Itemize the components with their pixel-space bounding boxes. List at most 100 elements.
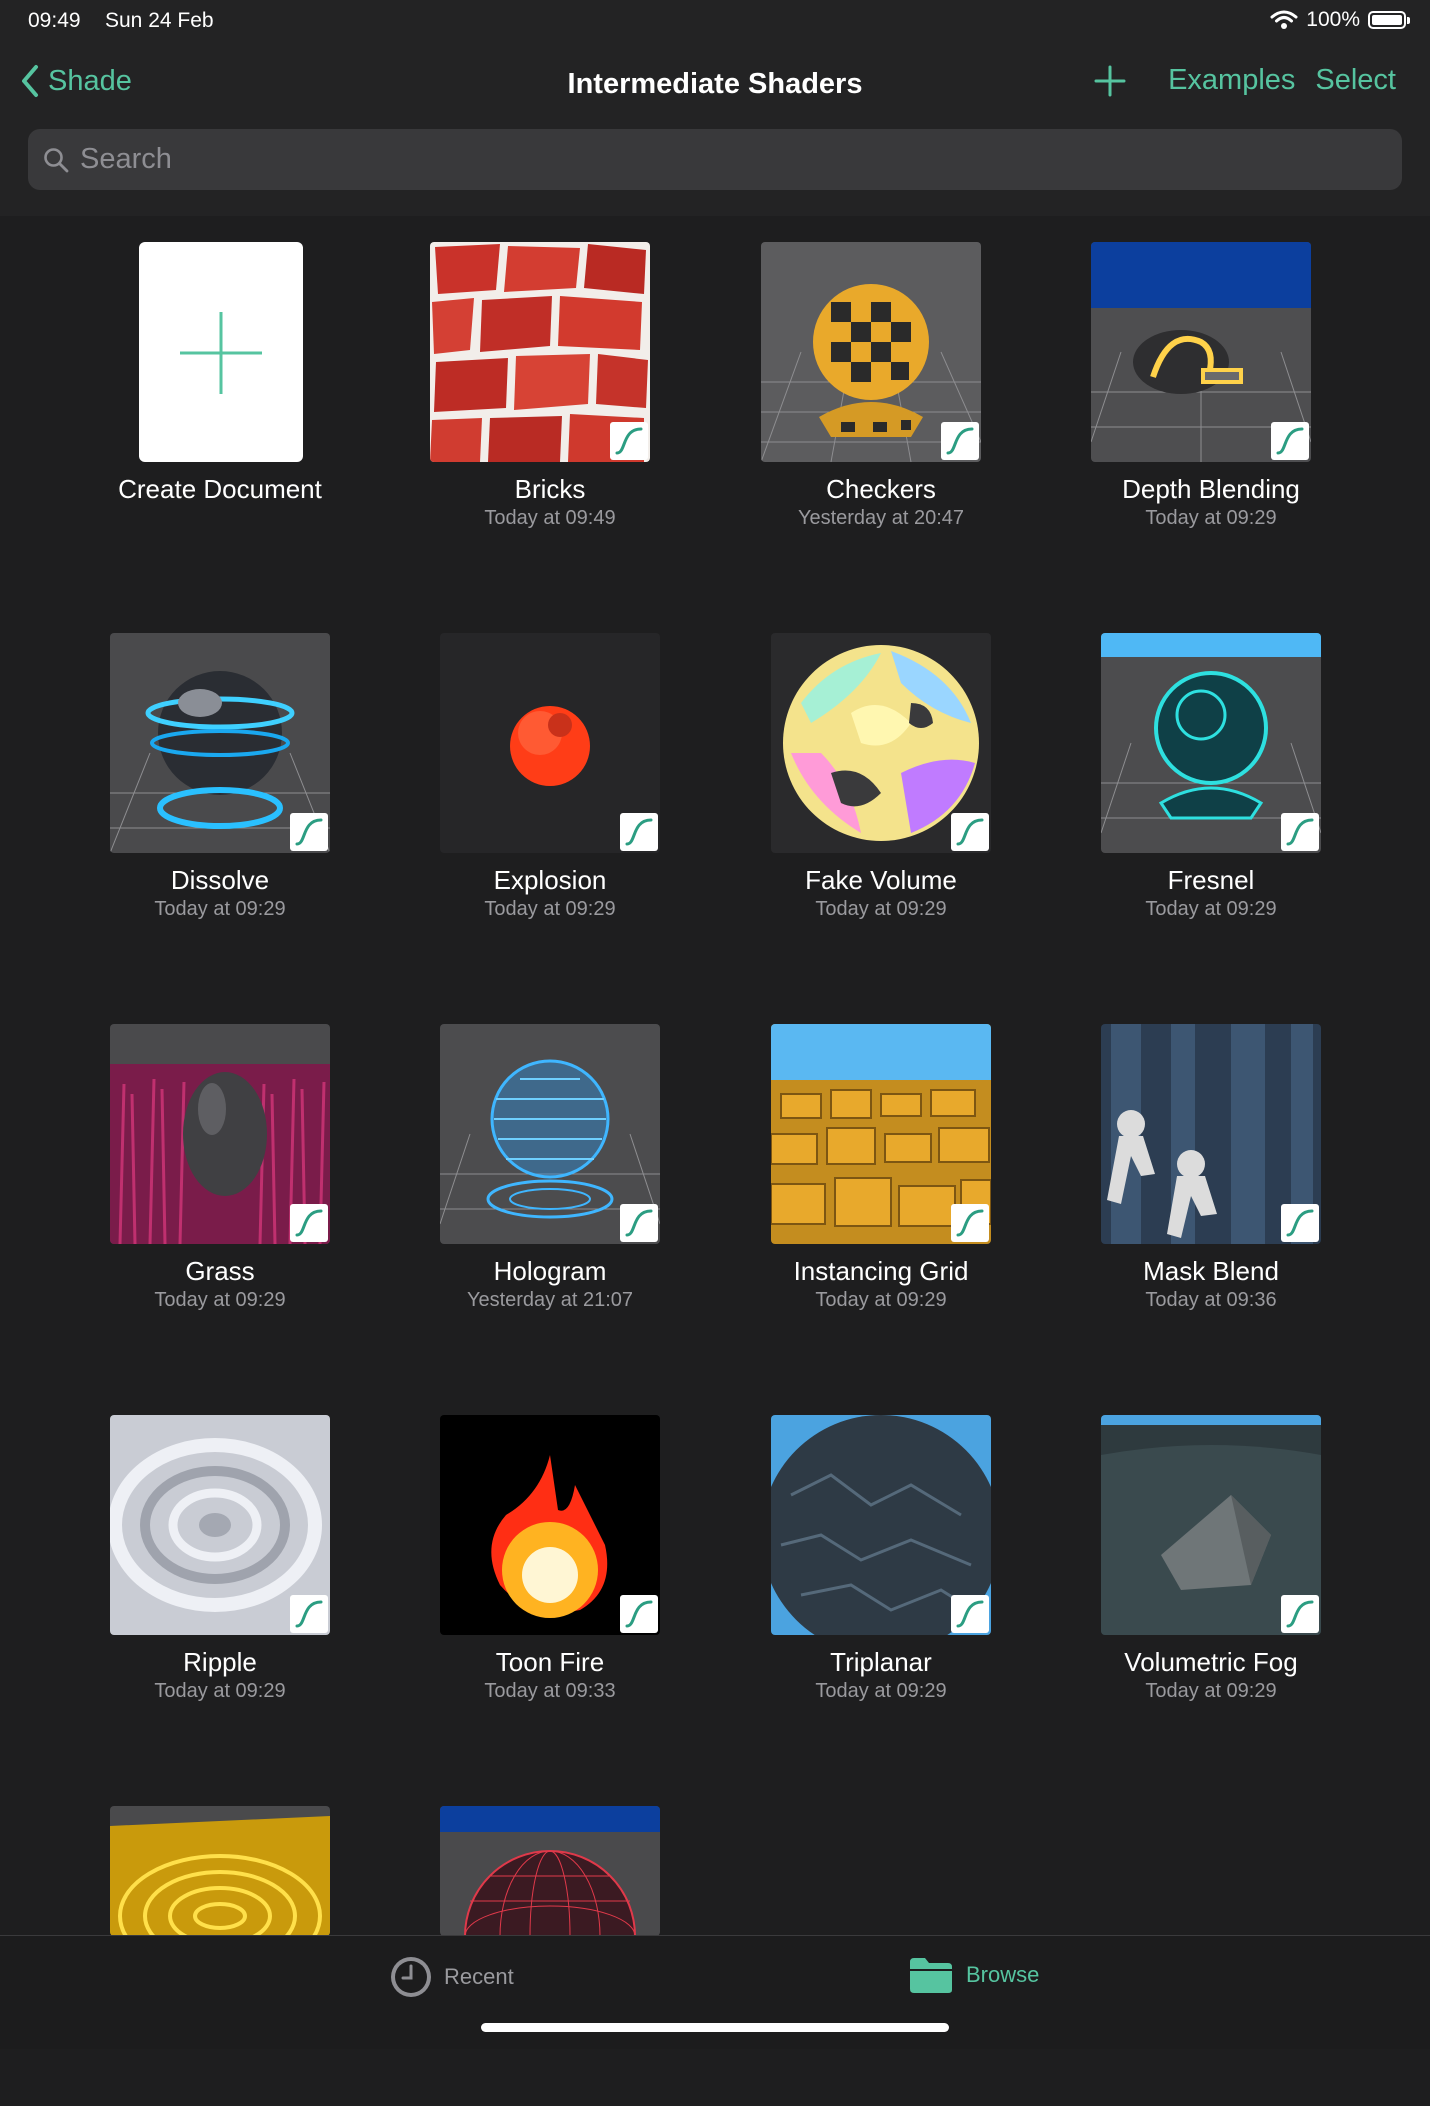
plus-icon (1094, 65, 1126, 96)
document-thumbnail[interactable] (771, 1024, 991, 1244)
document-name: Grass (185, 1256, 255, 1286)
document-name: Dissolve (170, 865, 270, 895)
document-thumbnail[interactable] (771, 1415, 991, 1635)
create-document-cell[interactable]: Create Document (37, 242, 337, 542)
document-name: Instancing Grid (793, 1256, 969, 1286)
document-thumbnail[interactable] (430, 242, 650, 462)
tab-browse[interactable]: Browse (908, 1956, 1039, 1994)
search-bar[interactable] (28, 129, 1402, 190)
shader-badge (1281, 813, 1319, 851)
examples-button[interactable]: Examples (1168, 64, 1295, 97)
document-name: Fresnel (1167, 865, 1255, 895)
shader-badge (951, 1204, 989, 1242)
document-date: Today at 09:29 (154, 898, 286, 920)
document-name: Depth Blending (1122, 474, 1300, 504)
document-name: Triplanar (830, 1647, 932, 1677)
document-thumbnail[interactable] (1101, 1415, 1321, 1635)
shader-badge (1271, 422, 1309, 460)
shader-badge (951, 1595, 989, 1633)
document-thumbnail[interactable] (771, 633, 991, 853)
shader-badge (290, 1204, 328, 1242)
document-name: Checkers (826, 474, 936, 504)
document-item[interactable]: Checkers Yesterday at 20:47 (698, 242, 998, 542)
nav-actions: Examples Select (1094, 64, 1396, 97)
document-thumbnail[interactable] (110, 1415, 330, 1635)
shader-badge (620, 813, 658, 851)
shader-curve-icon (956, 1600, 984, 1628)
document-date: Today at 09:29 (484, 898, 616, 920)
document-item[interactable]: Fake Volume Today at 09:29 (708, 633, 1008, 933)
shader-curve-icon (295, 1600, 323, 1628)
document-item[interactable]: Mask Blend Today at 09:36 (1038, 1024, 1338, 1324)
document-date: Today at 09:29 (815, 898, 947, 920)
tab-recent-label: Recent (444, 1964, 514, 1989)
shader-curve-icon (625, 1209, 653, 1237)
tab-browse-label: Browse (966, 1962, 1040, 1987)
shader-curve-icon (956, 818, 984, 846)
document-thumbnail[interactable] (1091, 242, 1311, 462)
shader-curve-icon (956, 1209, 984, 1237)
document-name: Toon Fire (495, 1647, 605, 1677)
document-item[interactable]: Toon Fire Today at 09:33 (377, 1415, 677, 1715)
document-item[interactable]: Dissolve Today at 09:29 (47, 633, 347, 933)
shader-curve-icon (946, 427, 974, 455)
folder-icon (910, 1958, 952, 1993)
shader-curve-icon (625, 818, 653, 846)
create-document-thumbnail[interactable] (139, 242, 303, 462)
document-name: Fake Volume (805, 865, 957, 895)
select-button[interactable]: Select (1315, 64, 1396, 97)
battery-percent: 100% (1306, 8, 1360, 31)
shader-badge (951, 813, 989, 851)
document-date: Today at 09:29 (815, 1289, 947, 1311)
shader-badge (290, 1595, 328, 1633)
document-thumbnail[interactable] (1101, 633, 1321, 853)
document-item[interactable]: Hologram Yesterday at 21:07 (377, 1024, 677, 1324)
document-thumbnail[interactable] (440, 1806, 660, 1936)
search-input[interactable] (78, 142, 1402, 177)
document-date: Today at 09:29 (815, 1680, 947, 1702)
status-indicators: 100% (1270, 8, 1410, 32)
document-item[interactable]: Instancing Grid Today at 09:29 (708, 1024, 1008, 1324)
shader-badge (941, 422, 979, 460)
document-item[interactable]: Bricks Today at 09:49 (367, 242, 667, 542)
shader-curve-icon (1286, 1600, 1314, 1628)
search-icon (44, 147, 69, 172)
document-thumbnail[interactable] (440, 1415, 660, 1635)
document-thumbnail[interactable] (440, 1024, 660, 1244)
back-button[interactable]: Shade (20, 64, 132, 98)
rings-preview-icon (110, 1806, 330, 1936)
document-thumbnail[interactable] (110, 633, 330, 853)
document-item[interactable]: Ripple Today at 09:29 (47, 1415, 347, 1715)
document-name: Volumetric Fog (1124, 1647, 1298, 1677)
document-thumbnail[interactable] (110, 1806, 330, 1936)
document-item[interactable]: Depth Blending Today at 09:29 (1028, 242, 1328, 542)
document-date: Yesterday at 20:47 (797, 507, 965, 529)
document-name: Mask Blend (1143, 1256, 1279, 1286)
status-date: Sun 24 Feb (105, 9, 214, 32)
clock-icon (391, 1957, 431, 1997)
document-thumbnail[interactable] (761, 242, 981, 462)
add-button[interactable] (1094, 65, 1126, 97)
document-item[interactable]: Triplanar Today at 09:29 (708, 1415, 1008, 1715)
document-date: Today at 09:29 (1145, 898, 1277, 920)
document-item[interactable]: Explosion Today at 09:29 (377, 633, 677, 933)
document-thumbnail[interactable] (440, 633, 660, 853)
shader-curve-icon (615, 427, 643, 455)
document-item[interactable]: Grass Today at 09:29 (47, 1024, 347, 1324)
shader-curve-icon (1286, 1209, 1314, 1237)
shader-curve-icon (1286, 818, 1314, 846)
shader-curve-icon (295, 818, 323, 846)
document-thumbnail[interactable] (110, 1024, 330, 1244)
tab-recent[interactable]: Recent (390, 1956, 514, 1998)
shader-badge (620, 1595, 658, 1633)
document-name: Explosion (493, 865, 607, 895)
document-date: Today at 09:36 (1145, 1289, 1277, 1311)
home-indicator (481, 2023, 949, 2032)
shader-badge (1281, 1204, 1319, 1242)
document-date: Today at 09:29 (154, 1680, 286, 1702)
document-thumbnail[interactable] (1101, 1024, 1321, 1244)
document-item[interactable]: Volumetric Fog Today at 09:29 (1038, 1415, 1338, 1715)
shader-curve-icon (625, 1600, 653, 1628)
document-item[interactable]: Fresnel Today at 09:29 (1038, 633, 1338, 933)
battery-icon (1368, 11, 1410, 29)
